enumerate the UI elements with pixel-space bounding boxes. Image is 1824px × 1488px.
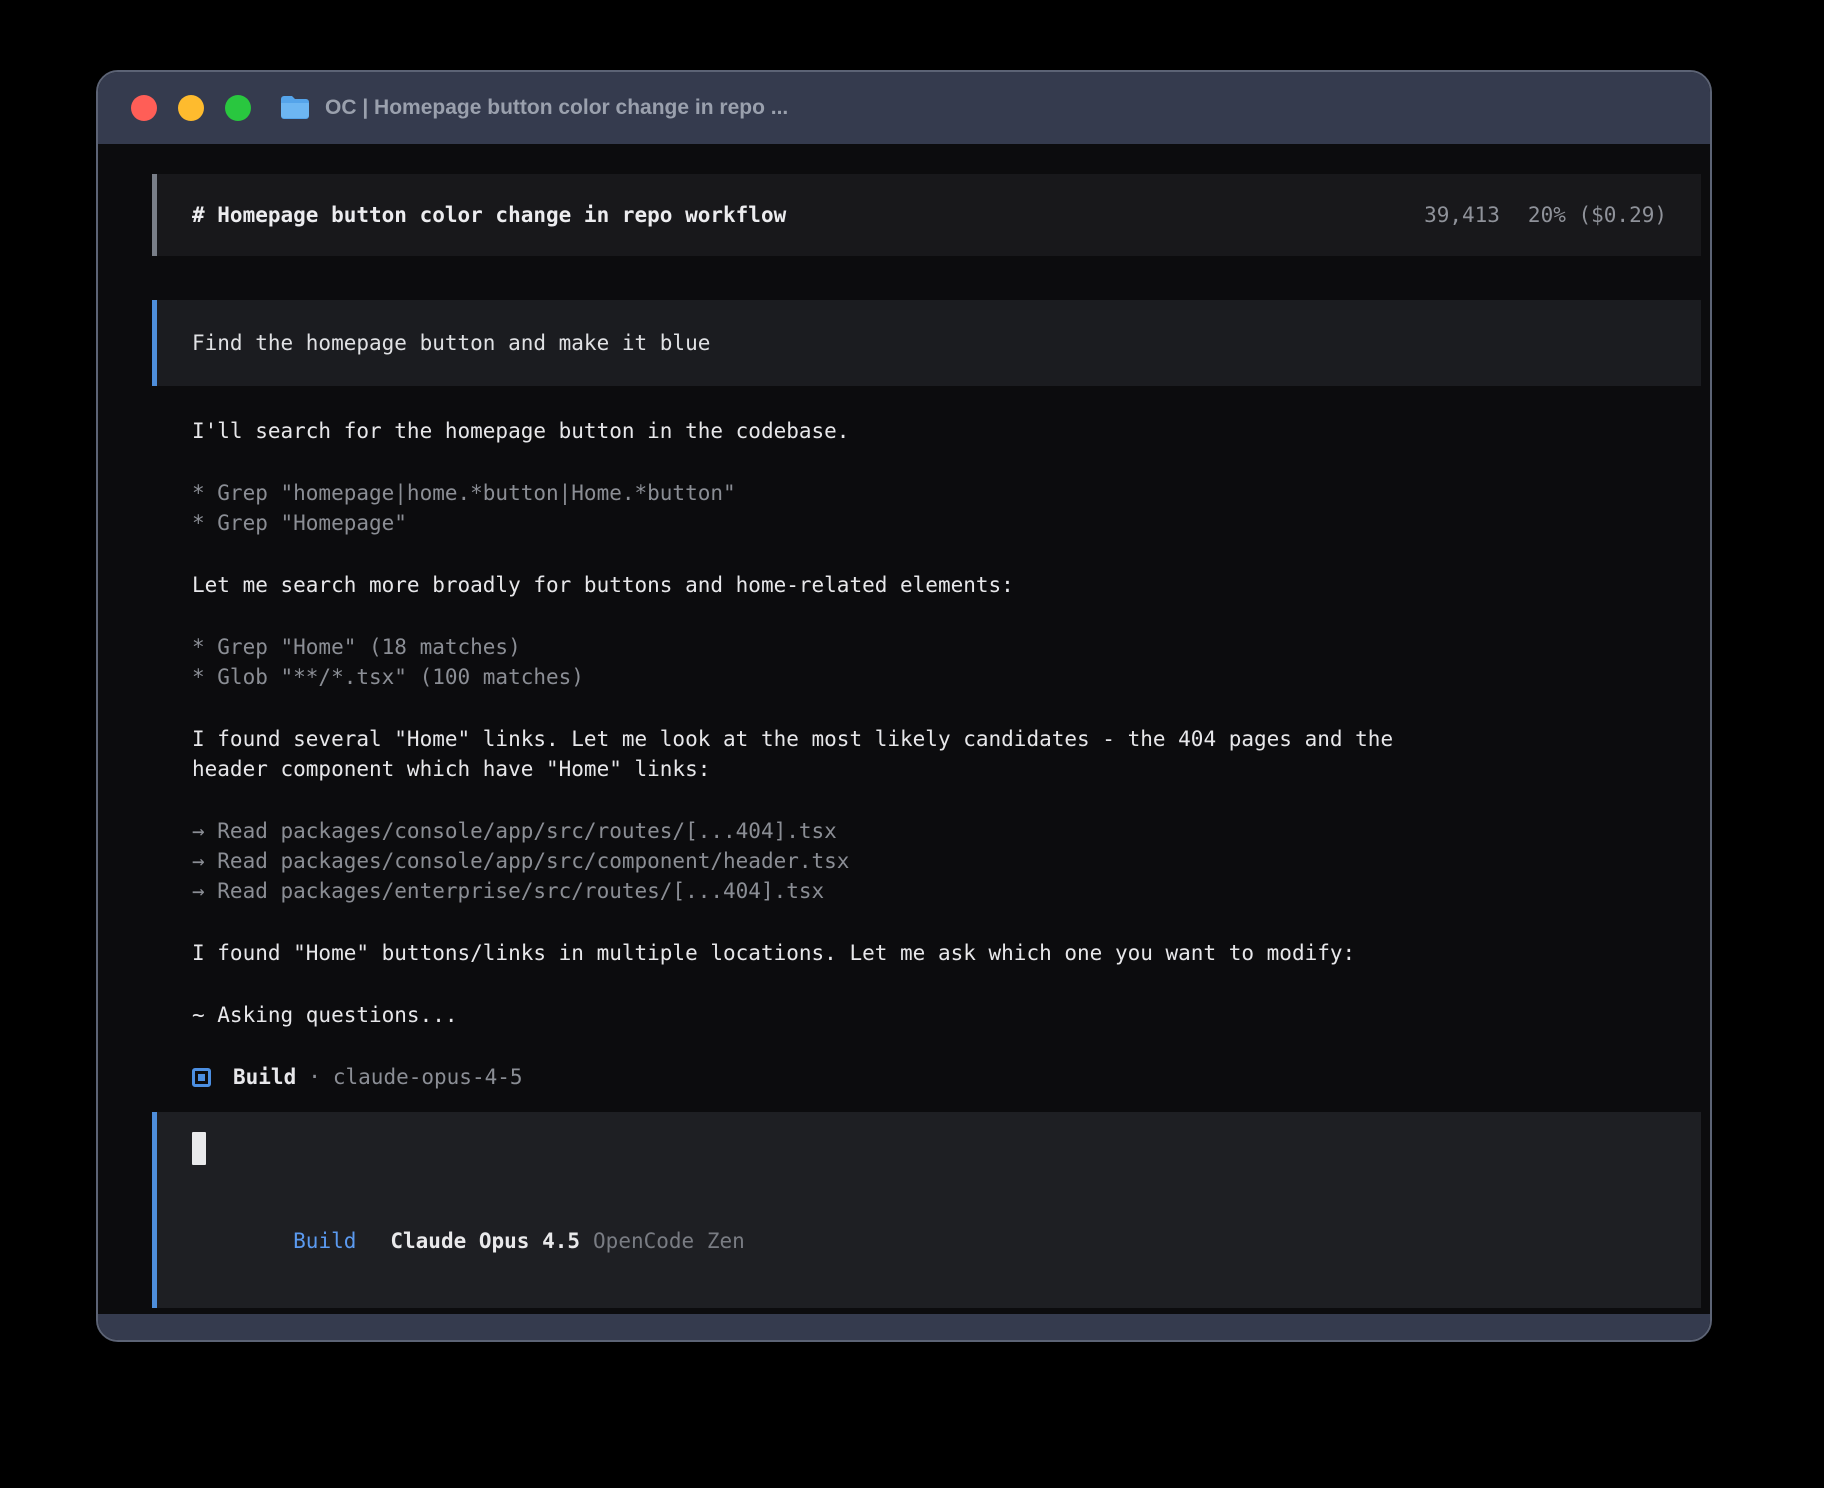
user-message-text: Find the homepage button and make it blu… — [192, 331, 710, 355]
input-provider: OpenCode Zen — [593, 1229, 745, 1253]
user-message: Find the homepage button and make it blu… — [152, 300, 1701, 386]
assistant-text: I'll search for the homepage button in t… — [152, 416, 1701, 446]
agent-status-row: Build · claude-opus-4-5 — [152, 1062, 1701, 1092]
terminal-window: OC | Homepage button color change in rep… — [96, 70, 1712, 1342]
window-title: OC | Homepage button color change in rep… — [325, 96, 788, 120]
prompt-input[interactable]: Build Claude Opus 4.5 OpenCode Zen — [152, 1112, 1701, 1308]
titlebar: OC | Homepage button color change in rep… — [98, 72, 1710, 144]
traffic-lights — [131, 95, 251, 121]
input-agent-mode[interactable]: Build — [293, 1229, 356, 1253]
input-meta: Build Claude Opus 4.5 OpenCode Zen — [192, 1196, 1666, 1286]
tool-call-lines: → Read packages/console/app/src/routes/[… — [152, 816, 1701, 906]
window-bottom-bar — [98, 1314, 1710, 1340]
agent-build-icon — [192, 1068, 211, 1087]
close-button[interactable] — [131, 95, 157, 121]
assistant-text: Let me search more broadly for buttons a… — [152, 570, 1701, 600]
agent-model: claude-opus-4-5 — [333, 1065, 523, 1089]
context-cost: 20% ($0.29) — [1528, 203, 1667, 227]
tool-call-lines: * Grep "homepage|home.*button|Home.*butt… — [152, 478, 1701, 538]
assistant-text: I found several "Home" links. Let me loo… — [152, 724, 1701, 784]
agent-name: Build — [233, 1065, 296, 1089]
assistant-text: ~ Asking questions... — [152, 1000, 1701, 1030]
dot-separator: · — [308, 1065, 321, 1089]
terminal-content: # Homepage button color change in repo w… — [98, 144, 1710, 1314]
session-stats: 39,413 20% ($0.29) — [1424, 202, 1667, 228]
minimize-button[interactable] — [178, 95, 204, 121]
tool-call-lines: * Grep "Home" (18 matches) * Glob "**/*.… — [152, 632, 1701, 692]
assistant-text: I found "Home" buttons/links in multiple… — [152, 938, 1701, 968]
folder-icon — [279, 95, 311, 121]
session-title: # Homepage button color change in repo w… — [192, 202, 786, 228]
transcript: I'll search for the homepage button in t… — [152, 416, 1701, 1030]
token-count: 39,413 — [1424, 203, 1500, 227]
zoom-button[interactable] — [225, 95, 251, 121]
text-cursor — [192, 1132, 206, 1165]
input-model[interactable]: Claude Opus 4.5 — [390, 1229, 580, 1253]
session-header: # Homepage button color change in repo w… — [152, 174, 1701, 256]
